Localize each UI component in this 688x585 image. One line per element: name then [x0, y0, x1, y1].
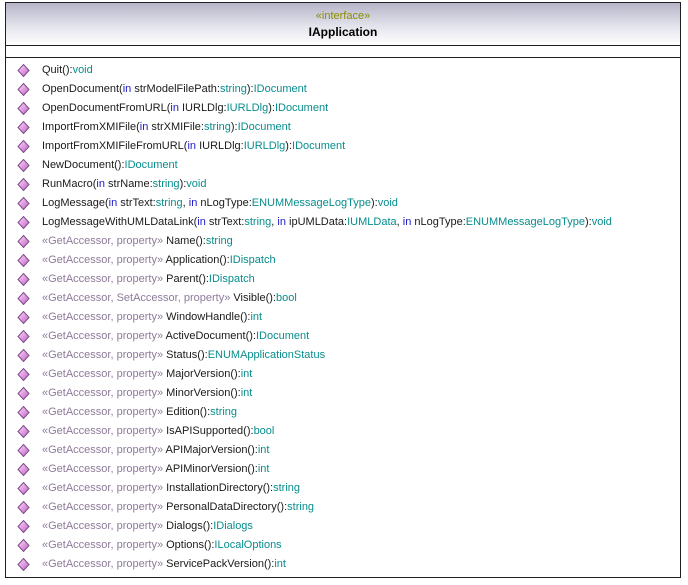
operation-diamond-icon: [17, 520, 30, 533]
member-row[interactable]: «GetAccessor, property» Parent():IDispat…: [6, 270, 680, 289]
member-signature: «GetAccessor, property» Dialogs():IDialo…: [42, 517, 253, 536]
member-signature: OpenDocument(in strModelFilePath:string)…: [42, 80, 307, 99]
member-row[interactable]: «GetAccessor, property» Dialogs():IDialo…: [6, 517, 680, 536]
operation-diamond-icon: [17, 254, 30, 267]
member-signature: «GetAccessor, property» APIMinorVersion(…: [42, 460, 269, 479]
member-row[interactable]: «GetAccessor, property» MajorVersion():i…: [6, 365, 680, 384]
operation-diamond-icon: [17, 444, 30, 457]
member-signature: «GetAccessor, property» ActiveDocument()…: [42, 327, 309, 346]
member-row[interactable]: «GetAccessor, SetAccessor, property» Vis…: [6, 289, 680, 308]
member-row[interactable]: «GetAccessor, property» APIMinorVersion(…: [6, 460, 680, 479]
operation-diamond-icon: [17, 501, 30, 514]
member-row[interactable]: «GetAccessor, property» ActiveDocument()…: [6, 327, 680, 346]
operations-compartment: Quit():voidOpenDocument(in strModelFileP…: [6, 58, 680, 577]
member-signature: OpenDocumentFromURL(in IURLDlg:IURLDlg):…: [42, 99, 328, 118]
member-row[interactable]: «GetAccessor, property» ServicePackVersi…: [6, 555, 680, 574]
operation-diamond-icon: [17, 83, 30, 96]
member-signature: «GetAccessor, property» Application():ID…: [42, 251, 276, 270]
operation-diamond-icon: [17, 406, 30, 419]
member-signature: «GetAccessor, property» MinorVersion():i…: [42, 384, 252, 403]
member-row[interactable]: «GetAccessor, property» Edition():string: [6, 403, 680, 422]
member-signature: «GetAccessor, SetAccessor, property» Vis…: [42, 289, 297, 308]
diagram-canvas: «interface» IApplication Quit():voidOpen…: [0, 0, 688, 585]
attributes-compartment[interactable]: [6, 46, 680, 58]
operation-diamond-icon: [17, 368, 30, 381]
operation-diamond-icon: [17, 216, 30, 229]
operation-diamond-icon: [17, 273, 30, 286]
member-signature: «GetAccessor, property» WindowHandle():i…: [42, 308, 262, 327]
member-row[interactable]: RunMacro(in strName:string):void: [6, 175, 680, 194]
member-row[interactable]: «GetAccessor, property» WindowHandle():i…: [6, 308, 680, 327]
operation-diamond-icon: [17, 425, 30, 438]
interface-name-label: IApplication: [309, 26, 378, 39]
member-row[interactable]: NewDocument():IDocument: [6, 156, 680, 175]
title-compartment[interactable]: «interface» IApplication: [6, 3, 680, 46]
operation-diamond-icon: [17, 292, 30, 305]
interface-stereotype-label: «interface»: [316, 10, 370, 22]
member-row[interactable]: «GetAccessor, property» APIMajorVersion(…: [6, 441, 680, 460]
member-signature: LogMessageWithUMLDataLink(in strText:str…: [42, 213, 612, 232]
member-signature: LogMessage(in strText:string, in nLogTyp…: [42, 194, 398, 213]
operation-diamond-icon: [17, 482, 30, 495]
member-signature: «GetAccessor, property» Name():string: [42, 232, 233, 251]
member-row[interactable]: «GetAccessor, property» Status():ENUMApp…: [6, 346, 680, 365]
operation-diamond-icon: [17, 140, 30, 153]
member-row[interactable]: «GetAccessor, property» MinorVersion():i…: [6, 384, 680, 403]
operation-diamond-icon: [17, 178, 30, 191]
member-signature: «GetAccessor, property» InstallationDire…: [42, 479, 300, 498]
member-row[interactable]: ImportFromXMIFile(in strXMIFile:string):…: [6, 118, 680, 137]
member-row[interactable]: LogMessageWithUMLDataLink(in strText:str…: [6, 213, 680, 232]
member-signature: «GetAccessor, property» PersonalDataDire…: [42, 498, 314, 517]
operation-diamond-icon: [17, 197, 30, 210]
uml-interface-box-iapplication[interactable]: «interface» IApplication Quit():voidOpen…: [5, 2, 681, 578]
member-signature: Quit():void: [42, 61, 93, 80]
member-signature: «GetAccessor, property» APIMajorVersion(…: [42, 441, 269, 460]
member-row[interactable]: ImportFromXMIFileFromURL(in IURLDlg:IURL…: [6, 137, 680, 156]
member-row[interactable]: LogMessage(in strText:string, in nLogTyp…: [6, 194, 680, 213]
operation-diamond-icon: [17, 159, 30, 172]
member-row[interactable]: «GetAccessor, property» InstallationDire…: [6, 479, 680, 498]
operation-diamond-icon: [17, 235, 30, 248]
member-row[interactable]: Quit():void: [6, 61, 680, 80]
operation-diamond-icon: [17, 64, 30, 77]
member-signature: ImportFromXMIFileFromURL(in IURLDlg:IURL…: [42, 137, 345, 156]
operation-diamond-icon: [17, 102, 30, 115]
member-row[interactable]: «GetAccessor, property» Application():ID…: [6, 251, 680, 270]
member-signature: «GetAccessor, property» Edition():string: [42, 403, 237, 422]
operation-diamond-icon: [17, 539, 30, 552]
member-row[interactable]: «GetAccessor, property» IsAPISupported()…: [6, 422, 680, 441]
member-signature: «GetAccessor, property» ServicePackVersi…: [42, 555, 286, 574]
member-signature: «GetAccessor, property» MajorVersion():i…: [42, 365, 252, 384]
operation-diamond-icon: [17, 387, 30, 400]
operation-diamond-icon: [17, 330, 30, 343]
member-signature: NewDocument():IDocument: [42, 156, 178, 175]
member-signature: «GetAccessor, property» Status():ENUMApp…: [42, 346, 325, 365]
member-row[interactable]: «GetAccessor, property» Options():ILocal…: [6, 536, 680, 555]
member-row[interactable]: OpenDocument(in strModelFilePath:string)…: [6, 80, 680, 99]
operation-diamond-icon: [17, 463, 30, 476]
member-row[interactable]: «GetAccessor, property» Name():string: [6, 232, 680, 251]
operation-diamond-icon: [17, 311, 30, 324]
operation-diamond-icon: [17, 558, 30, 571]
member-signature: «GetAccessor, property» Options():ILocal…: [42, 536, 282, 555]
member-signature: «GetAccessor, property» Parent():IDispat…: [42, 270, 255, 289]
operation-diamond-icon: [17, 349, 30, 362]
member-signature: «GetAccessor, property» IsAPISupported()…: [42, 422, 274, 441]
member-signature: RunMacro(in strName:string):void: [42, 175, 206, 194]
member-row[interactable]: «GetAccessor, property» PersonalDataDire…: [6, 498, 680, 517]
member-signature: ImportFromXMIFile(in strXMIFile:string):…: [42, 118, 291, 137]
operation-diamond-icon: [17, 121, 30, 134]
member-row[interactable]: OpenDocumentFromURL(in IURLDlg:IURLDlg):…: [6, 99, 680, 118]
